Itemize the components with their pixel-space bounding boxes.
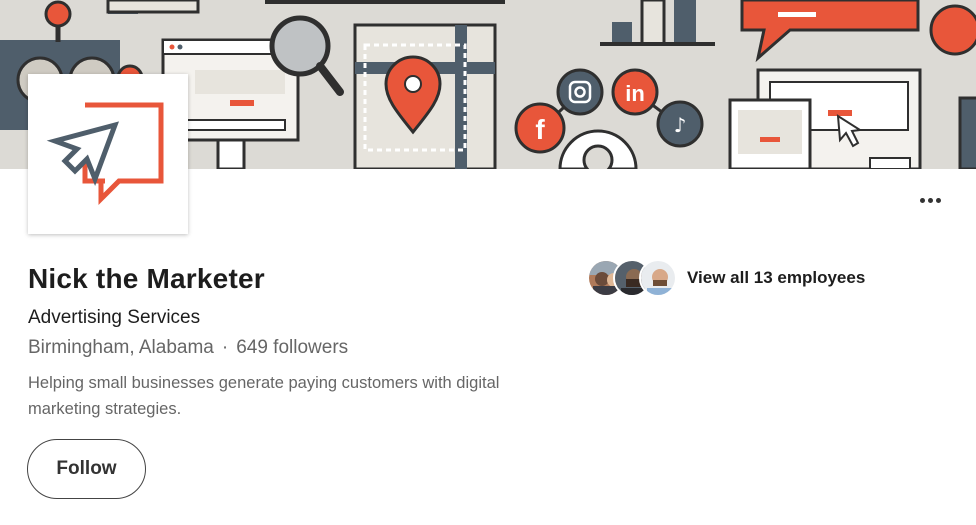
company-logo[interactable] xyxy=(28,74,188,234)
company-name: Nick the Marketer xyxy=(28,263,265,294)
svg-text:f: f xyxy=(535,114,545,145)
view-employees-label[interactable]: View all 13 employees xyxy=(687,268,865,288)
company-location: Birmingham, Alabama xyxy=(28,337,214,358)
meta-separator: · xyxy=(221,337,229,358)
svg-text:in: in xyxy=(625,81,645,106)
follow-button[interactable]: Follow xyxy=(27,439,146,499)
svg-text:♪: ♪ xyxy=(674,113,687,137)
employee-avatar-3 xyxy=(639,259,677,297)
more-horizontal-icon xyxy=(918,197,942,203)
company-meta: Birmingham, Alabama · 649 followers xyxy=(28,337,348,359)
company-page: in f ♪ Nick the Marketer Advertising Ser… xyxy=(0,0,976,525)
followers-count: 649 followers xyxy=(236,337,349,358)
company-industry: Advertising Services xyxy=(28,307,201,328)
more-options-button[interactable] xyxy=(914,188,946,212)
map-illustration xyxy=(353,23,497,169)
employee-avatars xyxy=(587,258,679,298)
company-tagline: Helping small businesses generate paying… xyxy=(28,374,500,418)
logo-icon xyxy=(46,102,164,205)
view-employees-link[interactable]: View all 13 employees xyxy=(587,258,865,298)
